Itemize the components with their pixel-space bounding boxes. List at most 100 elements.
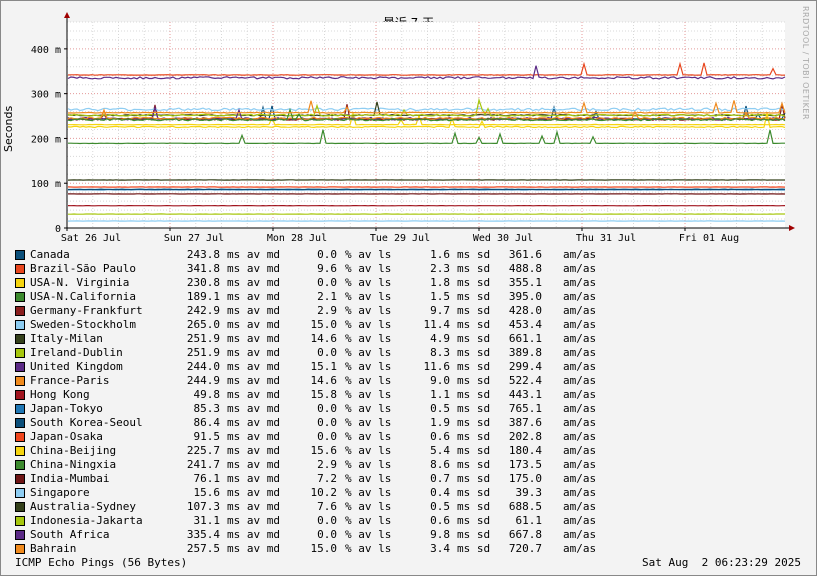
legend-median: 76.1 — [193, 472, 221, 485]
legend-ratio: 39.3 — [515, 486, 543, 499]
legend-sd: 1.6 — [430, 248, 450, 261]
legend-median-unit: ms av md — [227, 528, 280, 541]
legend-swatch — [15, 474, 25, 484]
x-tick-label: Wed 30 Jul — [473, 233, 533, 244]
legend-swatch — [15, 544, 25, 554]
legend-loss: 0.0 — [317, 416, 337, 429]
legend-ratio: 488.8 — [508, 262, 542, 275]
legend-ratio-unit: am/as — [563, 304, 597, 317]
legend-swatch — [15, 418, 25, 428]
legend-sd: 0.4 — [430, 486, 450, 499]
legend-sd: 8.3 — [430, 346, 450, 359]
legend-sd: 4.9 — [430, 332, 450, 345]
legend-ratio-unit: am/as — [563, 472, 597, 485]
legend-name: China-Beijing — [30, 444, 117, 457]
legend-name: USA-N. Virginia — [30, 276, 130, 289]
legend-loss: 14.6 — [310, 332, 338, 345]
legend-loss-unit: % av ls — [345, 444, 392, 457]
legend-name: South Africa — [30, 528, 110, 541]
legend-median: 49.8 — [193, 388, 221, 401]
legend-ratio: 387.6 — [508, 416, 542, 429]
x-axis-arrow — [789, 225, 795, 231]
legend-swatch — [15, 362, 25, 372]
legend-name: Singapore — [30, 486, 90, 499]
legend-name: Germany-Frankfurt — [30, 304, 143, 317]
legend-ratio: 522.4 — [508, 374, 542, 387]
legend-median: 85.3 — [193, 402, 221, 415]
legend-loss-unit: % av ls — [345, 360, 392, 373]
legend-ratio: 667.8 — [508, 528, 542, 541]
legend-median-unit: ms av md — [227, 332, 280, 345]
legend-swatch — [15, 530, 25, 540]
legend-loss-unit: % av ls — [345, 290, 392, 303]
legend-ratio-unit: am/as — [563, 430, 597, 443]
legend-loss: 15.1 — [310, 360, 338, 373]
legend-loss: 2.9 — [317, 304, 337, 317]
legend-median: 335.4 — [186, 528, 220, 541]
legend-loss: 15.8 — [310, 388, 338, 401]
legend-ratio: 180.4 — [508, 444, 542, 457]
legend-loss-unit: % av ls — [345, 430, 392, 443]
legend-median: 31.1 — [193, 514, 221, 527]
legend-ratio-unit: am/as — [563, 290, 597, 303]
legend-median: 265.0 — [186, 318, 220, 331]
legend-ratio-unit: am/as — [563, 248, 597, 261]
y-tick-label: 300 m — [31, 90, 61, 101]
legend-median-unit: ms av md — [227, 430, 280, 443]
legend-swatch — [15, 264, 25, 274]
legend-sd: 9.0 — [430, 374, 450, 387]
x-tick-label: Sun 27 Jul — [164, 233, 224, 244]
x-tick-label: Mon 28 Jul — [267, 233, 327, 244]
legend-ratio: 443.1 — [508, 388, 542, 401]
legend-name: Hong Kong — [30, 388, 90, 401]
legend-median-unit: ms av md — [227, 514, 280, 527]
legend-median-unit: ms av md — [227, 262, 280, 275]
legend-swatch — [15, 250, 25, 260]
legend-loss-unit: % av ls — [345, 514, 392, 527]
legend-loss: 0.0 — [317, 402, 337, 415]
legend-name: Japan-Tokyo — [30, 402, 103, 415]
legend-median-unit: ms av md — [227, 402, 280, 415]
legend-swatch — [15, 404, 25, 414]
legend-name: Italy-Milan — [30, 332, 103, 345]
legend-ratio-unit: am/as — [563, 346, 597, 359]
legend-swatch — [15, 278, 25, 288]
legend-median-unit: ms av md — [227, 500, 280, 513]
legend-sd: 1.9 — [430, 416, 450, 429]
legend-sd: 2.3 — [430, 262, 450, 275]
legend-name: South Korea-Seoul — [30, 416, 143, 429]
legend-loss-unit: % av ls — [345, 248, 392, 261]
legend-swatch — [15, 446, 25, 456]
legend-name: USA-N.California — [30, 290, 136, 303]
legend-median: 257.5 — [186, 542, 220, 555]
legend-loss-unit: % av ls — [345, 276, 392, 289]
legend-ratio-unit: am/as — [563, 416, 597, 429]
legend-loss-unit: % av ls — [345, 458, 392, 471]
legend-loss: 2.1 — [317, 290, 337, 303]
legend-loss: 9.6 — [317, 262, 337, 275]
legend-ratio-unit: am/as — [563, 458, 597, 471]
legend-loss-unit: % av ls — [345, 402, 392, 415]
x-tick-label: Fri 01 Aug — [679, 233, 739, 244]
legend-swatch — [15, 376, 25, 386]
legend-sd: 5.4 — [430, 444, 450, 457]
legend-sd: 8.6 — [430, 458, 450, 471]
legend-median: 251.9 — [186, 346, 220, 359]
timestamp-label: Sat Aug 2 06:23:29 2025 — [642, 556, 801, 569]
legend-median-unit: ms av md — [227, 444, 280, 457]
legend-median: 86.4 — [193, 416, 221, 429]
legend-median: 225.7 — [186, 444, 220, 457]
legend-sd: 0.5 — [430, 500, 450, 513]
legend-name: Brazil-São Paulo — [30, 262, 136, 275]
legend-ratio: 428.0 — [508, 304, 542, 317]
legend-median-unit: ms av md — [227, 472, 280, 485]
legend-ratio: 453.4 — [508, 318, 542, 331]
legend-sd: 0.5 — [430, 402, 450, 415]
legend-ratio-unit: am/as — [563, 332, 597, 345]
legend-median-unit: ms av md — [227, 486, 280, 499]
legend-sd: 1.8 — [430, 276, 450, 289]
legend-median-unit: ms av md — [227, 458, 280, 471]
legend-ratio-unit: am/as — [563, 374, 597, 387]
legend-swatch — [15, 348, 25, 358]
legend-median-unit: ms av md — [227, 290, 280, 303]
